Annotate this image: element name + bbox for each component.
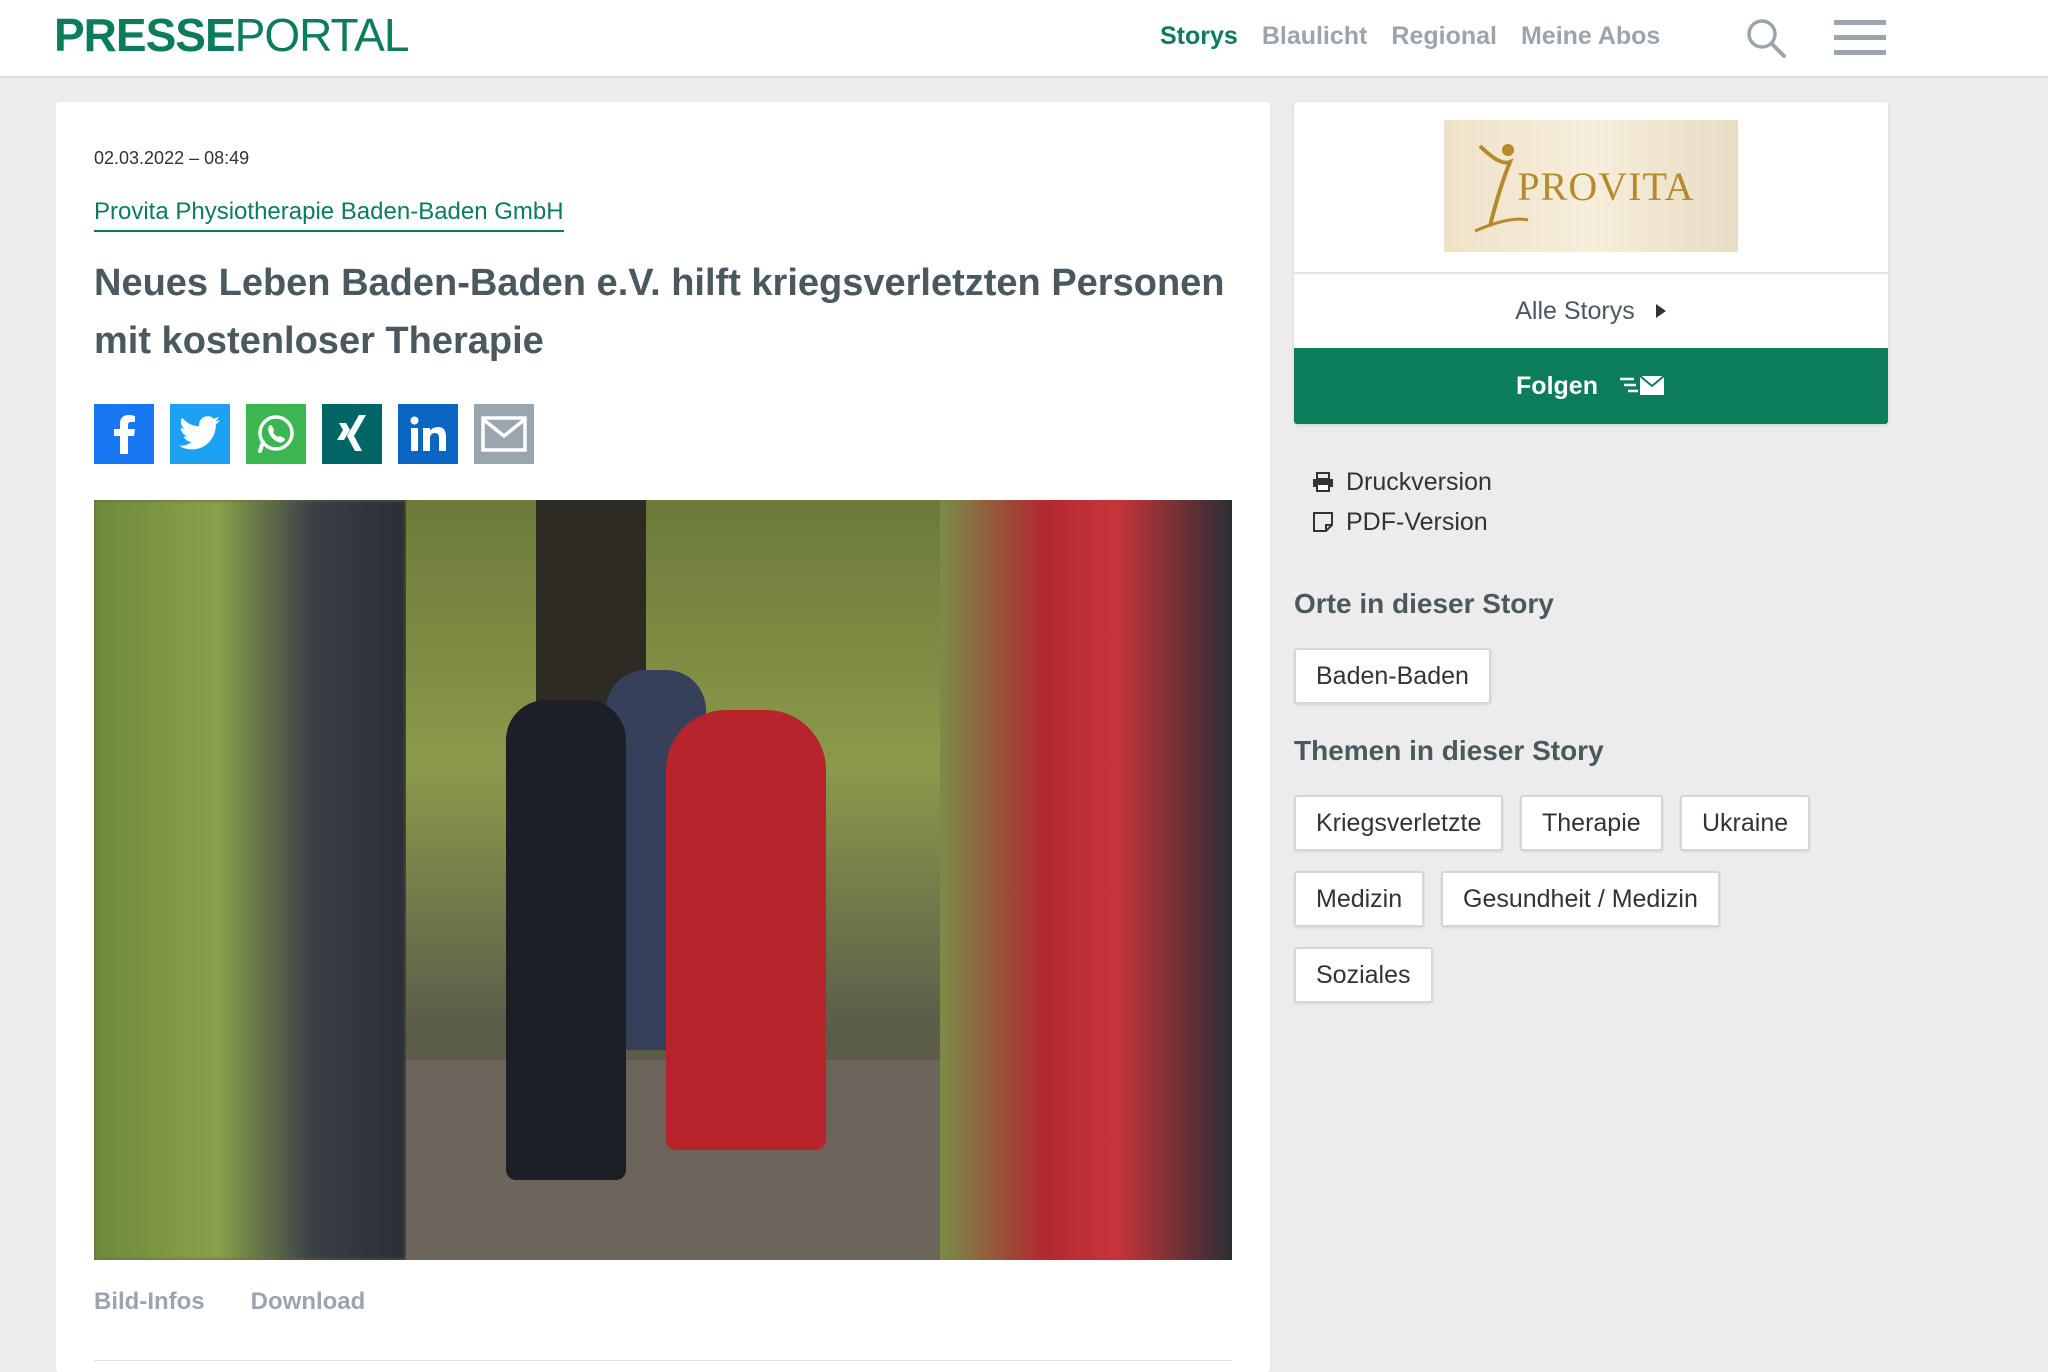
share-buttons bbox=[94, 404, 534, 464]
tag-topic[interactable]: Soziales bbox=[1294, 947, 1433, 1003]
publisher-card: PROVITA Alle Storys Folgen bbox=[1294, 102, 1888, 424]
bild-infos-link[interactable]: Bild-Infos bbox=[94, 1288, 205, 1316]
tag-place[interactable]: Baden-Baden bbox=[1294, 648, 1491, 704]
photo-blur-left bbox=[94, 500, 406, 1260]
article-date: 02.03.2022 – 08:49 bbox=[94, 148, 250, 168]
tag-topic[interactable]: Gesundheit / Medizin bbox=[1441, 871, 1720, 927]
share-xing-button[interactable] bbox=[322, 404, 382, 464]
all-storys-link[interactable]: Alle Storys bbox=[1294, 274, 1888, 348]
mail-speed-icon bbox=[1619, 375, 1665, 395]
print-version-link[interactable]: Druckversion bbox=[1312, 462, 1492, 502]
share-twitter-button[interactable] bbox=[170, 404, 230, 464]
share-facebook-button[interactable] bbox=[94, 404, 154, 464]
logo-bold: PRESSE bbox=[54, 9, 236, 61]
provita-logo[interactable]: PROVITA bbox=[1444, 120, 1738, 252]
photo-tabs: Bild-Infos Download bbox=[94, 1288, 365, 1316]
linkedin-icon bbox=[410, 416, 446, 451]
caret-right-icon bbox=[1655, 304, 1666, 318]
photo-person-woman bbox=[666, 710, 826, 1150]
twitter-icon bbox=[179, 416, 220, 450]
print-version-label: Druckversion bbox=[1346, 467, 1492, 496]
follow-label: Folgen bbox=[1516, 371, 1598, 400]
menu-icon[interactable] bbox=[1832, 16, 1888, 60]
share-whatsapp-button[interactable] bbox=[246, 404, 306, 464]
nav-item-meine-abos[interactable]: Meine Abos bbox=[1521, 22, 1660, 51]
download-link[interactable]: Download bbox=[251, 1288, 366, 1316]
places-heading: Orte in dieser Story bbox=[1294, 588, 1554, 619]
follow-button[interactable]: Folgen bbox=[1294, 348, 1888, 424]
photo-blur-right bbox=[940, 500, 1232, 1260]
tag-topic[interactable]: Kriegsverletzte bbox=[1294, 795, 1504, 851]
nav-item-storys[interactable]: Storys bbox=[1160, 22, 1238, 51]
share-mail-button[interactable] bbox=[474, 404, 534, 464]
printer-icon bbox=[1313, 472, 1333, 492]
article-headline: Neues Leben Baden-Baden e.V. hilft krieg… bbox=[94, 262, 1225, 362]
mail-icon bbox=[481, 416, 527, 452]
main-nav: Storys Blaulicht Regional Meine Abos bbox=[1160, 22, 1660, 51]
pdf-version-label: PDF-Version bbox=[1346, 507, 1488, 536]
pdf-version-link[interactable]: PDF-Version bbox=[1312, 502, 1492, 542]
xing-icon bbox=[337, 415, 366, 451]
provita-logo-text: PROVITA bbox=[1517, 163, 1695, 209]
facebook-icon bbox=[114, 415, 135, 454]
article-card: 02.03.2022 – 08:49 Provita Physiotherapi… bbox=[56, 102, 1270, 1372]
presseportal-logo[interactable]: PRESSEPORTAL bbox=[54, 8, 410, 62]
search-icon[interactable] bbox=[1744, 16, 1788, 60]
all-storys-label: Alle Storys bbox=[1515, 296, 1635, 325]
tag-topic[interactable]: Therapie bbox=[1520, 795, 1663, 851]
tag-topic[interactable]: Medizin bbox=[1294, 871, 1425, 927]
download-links: Druckversion PDF-Version bbox=[1312, 462, 1492, 542]
share-linkedin-button[interactable] bbox=[398, 404, 458, 464]
provita-figure-icon bbox=[1474, 144, 1529, 233]
photo-person-man bbox=[506, 700, 626, 1180]
whatsapp-icon bbox=[258, 415, 294, 453]
article-photo[interactable] bbox=[94, 500, 1232, 1260]
photo-scene bbox=[406, 500, 940, 1260]
nav-item-blaulicht[interactable]: Blaulicht bbox=[1262, 22, 1368, 51]
logo-light: PORTAL bbox=[234, 9, 410, 61]
nav-item-regional[interactable]: Regional bbox=[1391, 22, 1497, 51]
publisher-link[interactable]: Provita Physiotherapie Baden-Baden GmbH bbox=[94, 198, 564, 232]
tag-topic[interactable]: Ukraine bbox=[1680, 795, 1811, 851]
top-header: PRESSEPORTAL Storys Blaulicht Regional M… bbox=[0, 0, 2048, 78]
topics-heading: Themen in dieser Story bbox=[1294, 735, 1604, 766]
document-icon bbox=[1313, 512, 1333, 532]
